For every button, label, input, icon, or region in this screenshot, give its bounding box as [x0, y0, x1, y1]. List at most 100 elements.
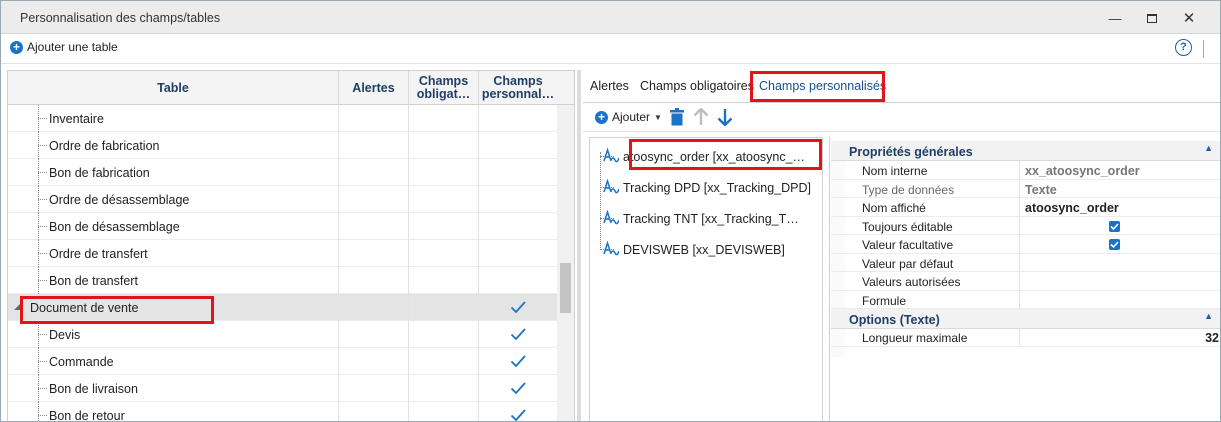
property-row[interactable]: Toujours éditable [831, 216, 1220, 235]
column-divider [338, 213, 339, 240]
text-field-icon [603, 210, 619, 225]
property-row[interactable]: Formule [831, 290, 1220, 309]
tree-connector [38, 118, 47, 119]
collapse-caret-icon[interactable]: ▲ [1204, 143, 1213, 153]
grid-scrollbar[interactable] [557, 105, 574, 421]
property-value[interactable]: Texte [1025, 183, 1057, 197]
panel-splitter[interactable] [577, 70, 581, 421]
tree-connector [38, 334, 47, 335]
field-item[interactable]: DEVISWEB [xx_DEVISWEB] [590, 235, 822, 263]
table-row-label: Bon de transfert [49, 274, 138, 288]
group-options-texte[interactable]: Options (Texte) ▲ [831, 309, 1220, 329]
field-label: Tracking DPD [xx_Tracking_DPD] [623, 181, 812, 195]
tables-grid: Table Alertes Champs obligat… Champs per… [7, 70, 575, 422]
property-row[interactable]: Valeurs autorisées [831, 272, 1220, 291]
column-divider [478, 267, 479, 294]
column-divider [408, 402, 409, 421]
property-value[interactable]: atoosync_order [1025, 201, 1119, 215]
checkmark-icon [510, 301, 526, 314]
column-divider [408, 294, 409, 321]
property-row[interactable]: Valeur par défaut [831, 253, 1220, 272]
table-row[interactable]: Bon de transfert [8, 267, 557, 294]
text-field-icon [603, 241, 619, 256]
table-row[interactable]: Bon de retour [8, 402, 557, 422]
table-row-label: Bon de livraison [49, 382, 138, 396]
main-toolbar: + Ajouter une table ? [1, 34, 1220, 64]
scrollbar-thumb[interactable] [560, 263, 571, 313]
text-field-icon [603, 148, 619, 163]
column-divider [478, 186, 479, 213]
property-row[interactable]: Nom affiché atoosync_order [831, 198, 1220, 217]
title-bar: Personnalisation des champs/tables — ✕ [1, 1, 1220, 34]
column-divider [1019, 328, 1020, 346]
table-row[interactable]: Bon de désassemblage [8, 213, 557, 240]
column-divider [1019, 216, 1020, 235]
tab-champs-obligatoires[interactable]: Champs obligatoires [640, 79, 754, 93]
collapse-caret-icon[interactable]: ▲ [1204, 311, 1213, 321]
property-name: Nom interne [862, 164, 928, 178]
arrow-down-icon[interactable] [717, 108, 733, 126]
add-field-button[interactable]: + Ajouter ▼ [595, 110, 662, 124]
column-divider [338, 105, 339, 132]
arrow-up-icon[interactable] [693, 108, 709, 126]
field-label: Tracking TNT [xx_Tracking_T… [623, 212, 799, 226]
plus-circle-icon: + [10, 40, 23, 54]
column-divider [408, 348, 409, 375]
checkbox-checked-icon[interactable] [1109, 239, 1120, 250]
column-header-alertes[interactable]: Alertes [338, 71, 408, 105]
add-table-button[interactable]: + Ajouter une table [10, 40, 118, 54]
property-value[interactable]: 32 [1205, 331, 1219, 345]
table-row-label: Ordre de transfert [49, 247, 148, 261]
tab-alertes[interactable]: Alertes [590, 79, 629, 93]
minimize-button[interactable]: — [1098, 7, 1132, 29]
property-value[interactable]: xx_atoosync_order [1025, 164, 1140, 178]
table-row[interactable]: Devis [8, 321, 557, 348]
property-name: Type de données [862, 182, 955, 197]
table-row-label: Bon de retour [49, 409, 125, 422]
maximize-icon [1147, 13, 1157, 23]
table-row[interactable]: Commande [8, 348, 557, 375]
table-row[interactable]: Ordre de fabrication [8, 132, 557, 159]
tree-connector [38, 226, 47, 227]
property-row[interactable]: Type de données Texte [831, 179, 1220, 198]
column-divider [1019, 179, 1020, 198]
checkbox-checked-icon[interactable] [1109, 220, 1120, 232]
table-row-label: Bon de désassemblage [49, 220, 180, 234]
group-options-texte-title: Options (Texte) [849, 313, 940, 327]
column-header-champs-personnalises[interactable]: Champs personnal… [478, 71, 557, 105]
property-name: Valeurs autorisées [862, 275, 961, 289]
properties-grid: Propriétés générales ▲ Nom interne xx_atoos… [829, 137, 1220, 421]
maximize-button[interactable] [1135, 7, 1169, 29]
column-divider [408, 105, 409, 132]
text-field-icon [603, 179, 619, 194]
checkmark-icon [510, 355, 526, 368]
group-proprietes-generales[interactable]: Propriétés générales ▲ [831, 141, 1220, 161]
column-divider [478, 348, 479, 375]
column-divider [478, 321, 479, 348]
fields-tree: atoosync_order [xx_atoosync_… Tracking DP… [589, 137, 823, 421]
property-row[interactable]: Longueur maximale 32 [831, 328, 1220, 347]
field-item[interactable]: Tracking DPD [xx_Tracking_DPD] [590, 173, 822, 201]
table-row[interactable]: Ordre de transfert [8, 240, 557, 267]
table-row[interactable]: Ordre de désassemblage [8, 186, 557, 213]
table-row[interactable]: Inventaire [8, 105, 557, 132]
table-row[interactable]: Bon de fabrication [8, 159, 557, 186]
tree-connector [38, 253, 47, 254]
column-divider [478, 159, 479, 186]
field-item[interactable]: Tracking TNT [xx_Tracking_T… [590, 204, 822, 232]
column-divider [478, 105, 479, 132]
table-row[interactable]: Bon de livraison [8, 375, 557, 402]
column-header-table[interactable]: Table [8, 71, 338, 105]
column-divider [1019, 272, 1020, 290]
table-row-label: Ordre de désassemblage [49, 193, 190, 207]
column-divider [338, 402, 339, 421]
tree-connector [38, 199, 47, 200]
help-icon[interactable]: ? [1175, 39, 1192, 56]
table-row-label: Bon de fabrication [49, 166, 150, 180]
close-button[interactable]: ✕ [1172, 7, 1206, 29]
property-row[interactable]: Valeur facultative [831, 235, 1220, 254]
tree-connector [38, 172, 47, 173]
trash-icon[interactable] [670, 108, 684, 126]
property-row[interactable]: Nom interne xx_atoosync_order [831, 161, 1220, 180]
column-header-champs-obligatoires[interactable]: Champs obligat… [408, 71, 478, 105]
